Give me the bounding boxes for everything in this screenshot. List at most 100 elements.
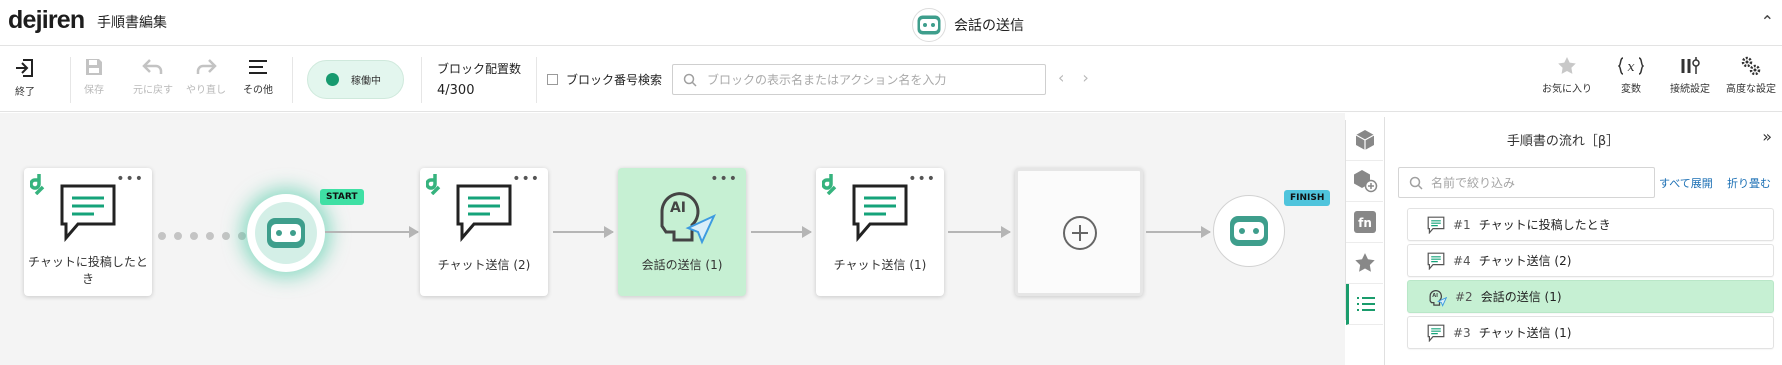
chat-icon — [852, 184, 908, 242]
divider — [292, 57, 293, 103]
status-toggle[interactable]: 稼働中 — [307, 60, 404, 99]
list-item[interactable]: #3 チャット送信 (1) — [1407, 316, 1774, 349]
star-icon — [1354, 253, 1375, 272]
robot-icon — [267, 218, 305, 248]
block-search-input[interactable] — [707, 72, 1027, 87]
svg-text:fn: fn — [1358, 216, 1372, 230]
chat-icon — [1427, 216, 1445, 234]
add-block-icon[interactable] — [1063, 216, 1097, 250]
block-ai-conversation-1[interactable]: AI ••• 会話の送信 (1) — [618, 168, 746, 296]
chat-icon — [1427, 252, 1445, 270]
flow-canvas[interactable]: ••• チャットに投稿したと き START ••• チャット送信 (2) AI… — [0, 113, 1345, 365]
block-count-value: 4/300 — [437, 83, 475, 98]
variables-label: 変数 — [1621, 84, 1641, 95]
robot-icon — [912, 8, 946, 42]
tab-add-blocks[interactable] — [1346, 161, 1383, 202]
block-number-search-label: ブロック番号検索 — [566, 73, 663, 87]
connector — [751, 226, 812, 238]
search-navigation: ‹ › — [1058, 68, 1089, 87]
tab-favorites[interactable] — [1346, 243, 1383, 284]
redo-button[interactable]: やり直し — [182, 57, 230, 96]
dejiren-small-icon — [426, 174, 441, 195]
svg-text:x: x — [1627, 60, 1635, 75]
status-dot-icon — [326, 73, 339, 86]
add-block-slot[interactable] — [1015, 168, 1143, 296]
exit-button[interactable]: 終了 — [1, 57, 49, 98]
search-icon — [1409, 176, 1423, 190]
connection-icon — [1681, 57, 1700, 74]
status-label: 稼働中 — [351, 76, 381, 87]
chat-icon — [60, 184, 116, 242]
dejiren-small-icon — [822, 174, 837, 195]
list-item[interactable]: #4 チャット送信 (2) — [1407, 244, 1774, 277]
more-options-icon[interactable]: ••• — [710, 171, 738, 187]
item-name: チャット送信 (2) — [1478, 254, 1572, 268]
item-number: #2 — [1455, 289, 1473, 304]
connector — [948, 226, 1011, 238]
divider — [536, 57, 537, 103]
block-number-search-toggle[interactable]: ブロック番号検索 — [547, 71, 662, 88]
undo-icon — [142, 59, 163, 74]
side-tab-bar: fn — [1345, 120, 1383, 325]
chat-icon — [456, 184, 512, 242]
block-search[interactable] — [672, 64, 1046, 95]
connection-label: 接続設定 — [1670, 84, 1710, 95]
connector — [1146, 226, 1211, 238]
variable-icon: x — [1618, 57, 1644, 75]
collapse-link[interactable]: 折り畳む — [1727, 175, 1771, 191]
block-chat-send-2[interactable]: ••• チャット送信 (2) — [420, 168, 548, 296]
prev-result-icon[interactable]: ‹ — [1058, 68, 1064, 87]
start-node[interactable] — [247, 194, 325, 272]
undo-label: 元に戻す — [133, 85, 173, 96]
item-name: チャットに投稿したとき — [1478, 218, 1611, 232]
item-number: #4 — [1453, 253, 1471, 268]
name-filter[interactable] — [1398, 167, 1655, 198]
page-title: 手順書編集 — [97, 15, 167, 31]
connection-settings-button[interactable]: 接続設定 — [1670, 56, 1710, 95]
current-block-title: 会話の送信 — [912, 8, 1024, 42]
next-result-icon[interactable]: › — [1082, 68, 1088, 87]
more-options-icon[interactable]: ••• — [908, 171, 936, 187]
gears-icon — [1741, 56, 1761, 76]
current-block-name: 会話の送信 — [954, 18, 1024, 34]
ai-send-icon: AI — [660, 192, 716, 245]
exit-icon — [16, 59, 33, 77]
panel-title: 手順書の流れ［β］ — [1506, 134, 1620, 149]
variables-button[interactable]: x 変数 — [1618, 56, 1644, 95]
tab-flow-list[interactable] — [1346, 284, 1383, 325]
save-button[interactable]: 保存 — [70, 57, 118, 96]
cube-icon — [1355, 130, 1374, 150]
block-count: ブロック配置数 4/300 — [437, 60, 521, 98]
favorites-button[interactable]: お気に入り — [1542, 56, 1592, 95]
divider — [421, 57, 422, 103]
expand-all-link[interactable]: すべて展開 — [1659, 175, 1713, 191]
finish-node[interactable] — [1213, 195, 1285, 267]
function-icon: fn — [1353, 211, 1376, 233]
search-icon — [683, 73, 697, 87]
svg-text:AI: AI — [670, 200, 686, 216]
list-item[interactable]: AI #2 会話の送信 (1) — [1407, 280, 1774, 313]
redo-icon — [196, 59, 217, 74]
tab-blocks[interactable] — [1346, 120, 1383, 161]
more-options-icon[interactable]: ••• — [116, 171, 144, 187]
advanced-settings-button[interactable]: 高度な設定 — [1726, 56, 1776, 95]
connector — [553, 226, 614, 238]
close-panel-icon[interactable]: » — [1762, 127, 1772, 146]
other-menu-button[interactable]: その他 — [234, 57, 282, 96]
name-filter-input[interactable] — [1431, 175, 1641, 190]
collapse-header-icon[interactable]: ⌃ — [1761, 12, 1774, 31]
dejiren-small-icon — [30, 174, 45, 195]
block-chat-trigger[interactable]: ••• チャットに投稿したと き — [24, 168, 152, 296]
undo-button[interactable]: 元に戻す — [129, 57, 177, 96]
block-chat-send-1[interactable]: ••• チャット送信 (1) — [816, 168, 944, 296]
flow-list: #1 チャットに投稿したとき #4 チャット送信 (2) AI #2 会話の送信… — [1407, 208, 1774, 352]
more-options-icon[interactable]: ••• — [512, 171, 540, 187]
other-label: その他 — [243, 85, 273, 96]
tab-functions[interactable]: fn — [1346, 202, 1383, 243]
list-item[interactable]: #1 チャットに投稿したとき — [1407, 208, 1774, 241]
block-label: 会話の送信 (1) — [641, 258, 723, 272]
block-number-search-checkbox[interactable] — [547, 74, 558, 85]
flow-panel: 手順書の流れ［β］ » すべて展開 折り畳む #1 チャットに投稿したとき #4… — [1384, 117, 1782, 365]
trigger-connector — [158, 232, 246, 240]
block-label: チャット送信 (2) — [437, 258, 531, 272]
